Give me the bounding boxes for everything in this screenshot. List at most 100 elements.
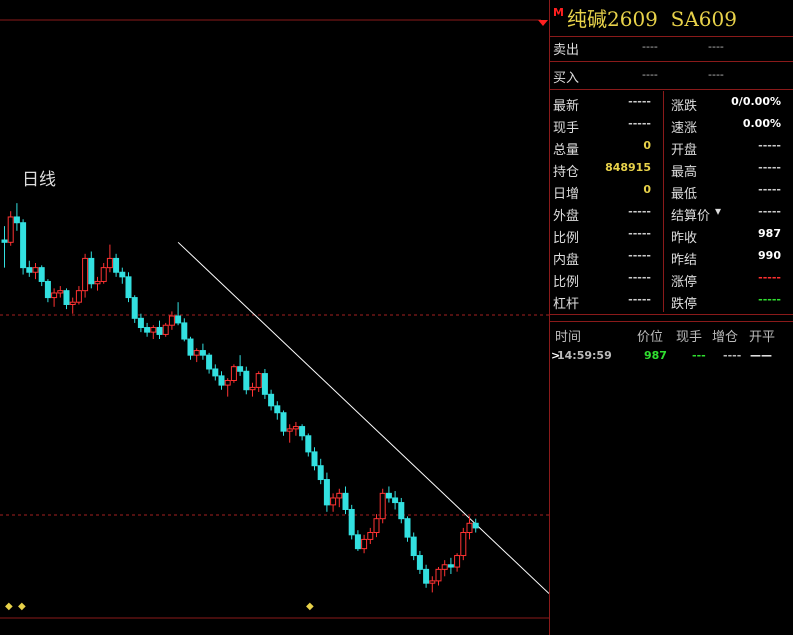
kline-chart[interactable] [0, 0, 549, 635]
divider [550, 61, 793, 62]
candle [94, 276, 101, 291]
event-marker-icon[interactable]: ◆ [5, 601, 13, 612]
stat-label: 最高 [671, 165, 698, 180]
dropdown-caret-icon[interactable]: ▾ [715, 204, 721, 218]
stat-row[interactable]: 昨结 990 [550, 247, 793, 268]
candle [137, 313, 144, 333]
candle [472, 518, 479, 533]
quote-panel: M 纯碱2609 SA609 卖出 ---- ---- 买入 ---- ----… [549, 0, 793, 635]
candle-body [466, 522, 473, 534]
candle [187, 336, 194, 360]
stat-row[interactable]: 结算价 ----- ▾ [550, 203, 793, 224]
candle-body [274, 405, 281, 414]
stat-value: 987 [758, 227, 781, 240]
candle-body [354, 534, 361, 550]
candle [13, 203, 20, 231]
candle [336, 488, 343, 508]
stat-row[interactable]: 跌停 ----- [550, 291, 793, 312]
tick-header-openclose: 开平 [749, 330, 776, 345]
candle-body [317, 465, 324, 481]
candle-body [82, 257, 89, 292]
candle-body [44, 280, 51, 299]
event-marker-icon[interactable]: ◆ [18, 601, 26, 612]
tick-time: 14:59:59 [557, 349, 612, 362]
candle-body [187, 338, 194, 356]
candle [131, 295, 138, 323]
stat-row[interactable]: 最低 ----- [550, 181, 793, 202]
candle [32, 263, 39, 280]
ask-row[interactable]: 卖出 ---- ---- [550, 37, 793, 58]
stat-row[interactable]: 涨跌 0/0.00% [550, 93, 793, 114]
stat-row[interactable]: 昨收 987 [550, 225, 793, 246]
stat-row[interactable]: 速涨 0.00% [550, 115, 793, 136]
candle-body [57, 290, 64, 294]
candle [286, 424, 293, 443]
candle-body [20, 222, 27, 269]
stat-label: 结算价 [671, 209, 711, 224]
candle [162, 322, 169, 337]
candle [69, 297, 76, 314]
candle [156, 320, 163, 340]
stat-label: 跌停 [671, 297, 698, 312]
candle [168, 311, 175, 330]
candle [57, 286, 64, 298]
divider [550, 89, 793, 90]
candle [392, 491, 399, 510]
stat-label: 涨停 [671, 275, 698, 290]
candle [224, 378, 231, 397]
candle [454, 553, 461, 572]
candle-body [348, 508, 355, 536]
stat-row[interactable]: 涨停 ----- [550, 269, 793, 290]
candle [212, 364, 219, 381]
instrument-code: 2609 [607, 7, 658, 31]
candle-body [1, 239, 8, 243]
candle [230, 364, 237, 383]
candle-body [249, 386, 256, 391]
stat-value: 0/0.00% [731, 95, 781, 108]
event-marker-icon[interactable]: ◆ [306, 601, 314, 612]
candle-body [168, 315, 175, 326]
candle [373, 514, 380, 538]
candle [144, 322, 151, 337]
candle [398, 497, 405, 524]
stat-value: ----- [758, 183, 781, 196]
candle-body [299, 426, 306, 437]
tick-oi: ---- [723, 349, 742, 362]
candle [175, 302, 182, 326]
candle-body [261, 373, 268, 395]
stat-row[interactable]: 开盘 ----- [550, 137, 793, 158]
stat-row[interactable]: 最高 ----- [550, 159, 793, 180]
candle [311, 447, 318, 471]
candle [20, 219, 27, 275]
candle [361, 534, 368, 554]
candle [237, 355, 244, 376]
candle-body [13, 216, 20, 224]
candle-body [7, 216, 14, 243]
candle-body [323, 479, 330, 506]
candle-body [88, 257, 95, 285]
stat-value: ----- [758, 205, 781, 218]
candle-body [385, 492, 392, 499]
bid-row[interactable]: 买入 ---- ---- [550, 65, 793, 86]
candle-body [75, 290, 82, 303]
candle-body [330, 497, 337, 506]
candle [193, 348, 200, 363]
candle [354, 530, 361, 551]
candle-body [367, 532, 374, 540]
candle-body [243, 370, 250, 391]
candle-body [404, 518, 411, 538]
candle-body [373, 518, 380, 534]
candle [299, 424, 306, 441]
candle [367, 527, 374, 545]
candle [100, 263, 107, 284]
candle [255, 371, 262, 393]
stat-value: 990 [758, 249, 781, 262]
candle-body [361, 538, 368, 550]
m-icon[interactable]: M [553, 6, 564, 19]
candle-body [379, 492, 386, 520]
candle-body [106, 257, 113, 269]
candle [243, 366, 250, 395]
scroll-triangle-icon[interactable] [538, 20, 548, 26]
candle [280, 410, 287, 436]
divider [550, 321, 793, 322]
